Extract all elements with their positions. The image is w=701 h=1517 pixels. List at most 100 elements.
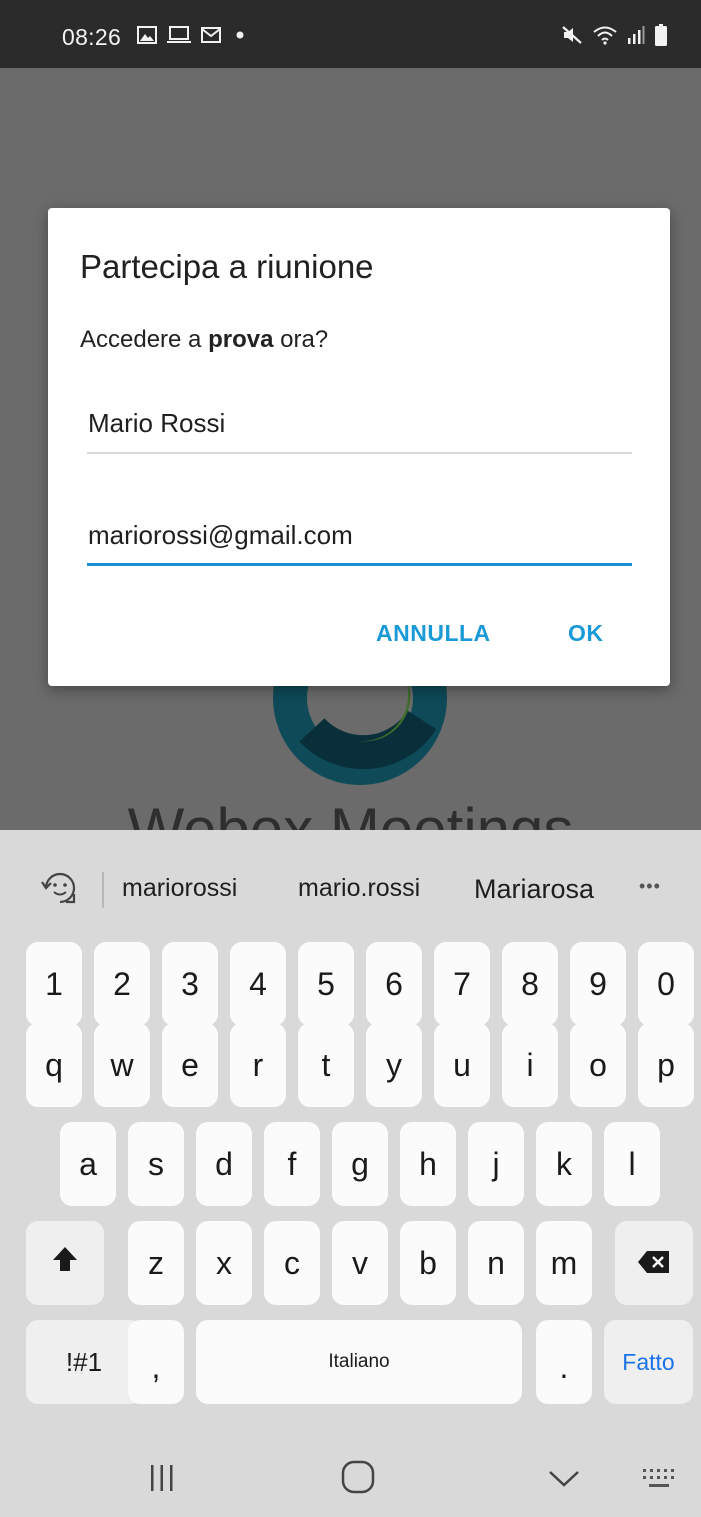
email-field-value: mariorossi@gmail.com bbox=[88, 520, 353, 550]
background-app-title: Webex Meetings bbox=[127, 800, 574, 834]
period-key[interactable]: . bbox=[536, 1320, 592, 1404]
key-g-label: g bbox=[351, 1145, 369, 1182]
suggestion-3[interactable]: Mariarosa bbox=[474, 874, 594, 905]
key-r[interactable]: r bbox=[230, 1023, 286, 1107]
key-1-label: 1 bbox=[45, 965, 63, 1002]
name-field-value: Mario Rossi bbox=[88, 408, 226, 438]
shift-icon bbox=[50, 1244, 80, 1282]
meeting-name: prova bbox=[208, 326, 274, 353]
key-v[interactable]: v bbox=[332, 1221, 388, 1305]
dialog-title: Partecipa a riunione bbox=[80, 248, 374, 285]
dot-icon bbox=[231, 26, 249, 49]
key-m[interactable]: m bbox=[536, 1221, 592, 1305]
key-l[interactable]: l bbox=[604, 1122, 660, 1206]
key-w[interactable]: w bbox=[94, 1023, 150, 1107]
key-7[interactable]: 7 bbox=[434, 942, 490, 1026]
key-y[interactable]: y bbox=[366, 1023, 422, 1107]
key-5-label: 5 bbox=[317, 965, 335, 1002]
key-b[interactable]: b bbox=[400, 1221, 456, 1305]
key-h-label: h bbox=[419, 1145, 437, 1182]
key-p-label: p bbox=[657, 1046, 675, 1083]
emoji-toggle-icon[interactable] bbox=[38, 866, 82, 915]
key-7-label: 7 bbox=[453, 965, 471, 1002]
key-e-label: e bbox=[181, 1046, 199, 1083]
key-d[interactable]: d bbox=[196, 1122, 252, 1206]
key-c-label: c bbox=[284, 1244, 300, 1281]
key-h[interactable]: h bbox=[400, 1122, 456, 1206]
name-field[interactable]: Mario Rossi bbox=[87, 408, 632, 454]
notification-icons bbox=[137, 26, 249, 49]
key-3[interactable]: 3 bbox=[162, 942, 218, 1026]
comma-key-label: , bbox=[151, 1349, 161, 1385]
key-o-label: o bbox=[589, 1046, 607, 1083]
symbols-key-label: !#1 bbox=[65, 1346, 103, 1377]
key-k[interactable]: k bbox=[536, 1122, 592, 1206]
key-p[interactable]: p bbox=[638, 1023, 694, 1107]
key-q[interactable]: q bbox=[26, 1023, 82, 1107]
key-u[interactable]: u bbox=[434, 1023, 490, 1107]
key-z-label: z bbox=[148, 1244, 164, 1281]
done-key[interactable]: Fatto bbox=[604, 1320, 693, 1404]
key-i[interactable]: i bbox=[502, 1023, 558, 1107]
keyboard: mariorossi mario.rossi Mariarosa ••• 1 2 3… bbox=[0, 830, 701, 1517]
cancel-button[interactable]: ANNULLA bbox=[376, 620, 491, 647]
key-m-label: m bbox=[550, 1244, 578, 1281]
suggestion-1[interactable]: mariorossi bbox=[122, 874, 237, 903]
ok-button[interactable]: OK bbox=[568, 620, 604, 647]
key-g[interactable]: g bbox=[332, 1122, 388, 1206]
key-2-label: 2 bbox=[113, 965, 131, 1002]
key-y-label: y bbox=[386, 1046, 402, 1083]
key-a[interactable]: a bbox=[60, 1122, 116, 1206]
key-o[interactable]: o bbox=[570, 1023, 626, 1107]
key-4[interactable]: 4 bbox=[230, 942, 286, 1026]
more-suggestions-button[interactable]: ••• bbox=[639, 876, 661, 897]
gmail-icon bbox=[201, 27, 221, 48]
key-s[interactable]: s bbox=[128, 1122, 184, 1206]
key-q-label: q bbox=[45, 1046, 63, 1083]
join-meeting-dialog: Partecipa a riunione Accedere a prova or… bbox=[48, 208, 670, 686]
email-field[interactable]: mariorossi@gmail.com bbox=[87, 520, 632, 566]
key-z[interactable]: z bbox=[128, 1221, 184, 1305]
shift-key[interactable] bbox=[26, 1221, 104, 1305]
suggestion-divider bbox=[102, 872, 104, 908]
key-f-label: f bbox=[287, 1145, 297, 1182]
recent-apps-icon[interactable] bbox=[148, 1463, 176, 1498]
key-8-label: 8 bbox=[521, 965, 539, 1002]
key-e[interactable]: e bbox=[162, 1023, 218, 1107]
space-key-label: Italiano bbox=[328, 1351, 390, 1372]
key-0-label: 0 bbox=[657, 965, 675, 1002]
status-bar: 08:26 bbox=[0, 0, 701, 68]
key-t[interactable]: t bbox=[298, 1023, 354, 1107]
period-key-label: . bbox=[559, 1349, 569, 1385]
key-t-label: t bbox=[321, 1046, 331, 1083]
key-9[interactable]: 9 bbox=[570, 942, 626, 1026]
key-x[interactable]: x bbox=[196, 1221, 252, 1305]
dialog-message-prefix: Accedere a bbox=[80, 326, 209, 353]
key-n[interactable]: n bbox=[468, 1221, 524, 1305]
key-2[interactable]: 2 bbox=[94, 942, 150, 1026]
key-b-label: b bbox=[419, 1244, 437, 1281]
key-c[interactable]: c bbox=[264, 1221, 320, 1305]
comma-key[interactable]: , bbox=[128, 1320, 184, 1404]
key-s-label: s bbox=[148, 1145, 164, 1182]
keyboard-switch-icon[interactable] bbox=[641, 1467, 681, 1496]
key-8[interactable]: 8 bbox=[502, 942, 558, 1026]
key-i-label: i bbox=[526, 1046, 534, 1083]
key-v-label: v bbox=[352, 1244, 368, 1281]
key-j[interactable]: j bbox=[468, 1122, 524, 1206]
space-key[interactable]: Italiano bbox=[196, 1320, 522, 1404]
suggestion-2[interactable]: mario.rossi bbox=[298, 874, 420, 903]
done-key-label: Fatto bbox=[622, 1348, 675, 1375]
symbols-key[interactable]: !#1 bbox=[26, 1320, 142, 1404]
key-0[interactable]: 0 bbox=[638, 942, 694, 1026]
key-5[interactable]: 5 bbox=[298, 942, 354, 1026]
backspace-icon bbox=[637, 1245, 671, 1282]
key-6[interactable]: 6 bbox=[366, 942, 422, 1026]
home-icon[interactable] bbox=[340, 1459, 376, 1500]
key-d-label: d bbox=[215, 1145, 233, 1182]
back-icon[interactable] bbox=[547, 1469, 581, 1494]
key-f[interactable]: f bbox=[264, 1122, 320, 1206]
key-l-label: l bbox=[628, 1145, 636, 1182]
key-1[interactable]: 1 bbox=[26, 942, 82, 1026]
backspace-key[interactable] bbox=[615, 1221, 693, 1305]
